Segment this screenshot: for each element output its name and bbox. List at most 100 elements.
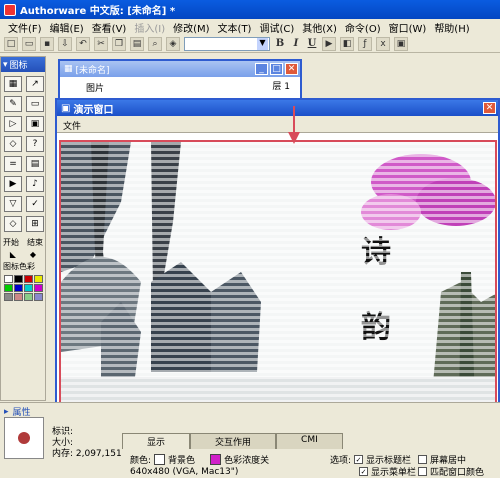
icon-palette: ▾ 图标 ▦ ↗ ✎ ▭ ▷ ▣ ◇ ? = ▤ ▶ ♪ ▽ ✓ ◇ ⊞ 开始 … <box>0 56 46 401</box>
color-swatch[interactable] <box>34 284 43 292</box>
color-swatch[interactable] <box>14 284 23 292</box>
calculation-icon[interactable]: = <box>4 156 22 172</box>
file-id-label: 标识: <box>52 427 74 437</box>
color-swatch[interactable] <box>4 293 13 301</box>
flag-icons: ◣ ◆ <box>1 249 45 260</box>
bold-button[interactable]: B <box>274 38 286 49</box>
center-screen-checkbox[interactable] <box>418 455 427 464</box>
menu-file[interactable]: 文件(F) <box>4 20 46 35</box>
menu-edit[interactable]: 编辑(E) <box>46 20 88 35</box>
expand-icon[interactable]: ▸ <box>4 407 9 417</box>
color-swatch[interactable] <box>4 284 13 292</box>
paste-icon[interactable]: ▤ <box>130 36 144 51</box>
menu-debug[interactable]: 调试(C) <box>255 20 298 35</box>
movie-icon[interactable]: ▶ <box>4 176 22 192</box>
flowchart-titlebar: ▦ [未命名] _ □ ✕ <box>60 61 300 77</box>
underline-button[interactable]: U <box>306 38 318 49</box>
menu-modify[interactable]: 修改(M) <box>169 20 213 35</box>
sound-icon[interactable]: ♪ <box>26 176 44 192</box>
knowledge-objects-icon[interactable]: ▣ <box>394 36 408 51</box>
color-swatch[interactable] <box>24 284 33 292</box>
authorware-icon <box>4 3 16 16</box>
functions-icon[interactable]: ƒ <box>358 36 372 51</box>
decision-icon[interactable]: ◇ <box>4 136 22 152</box>
chroma-label: 色彩浓度关 <box>224 456 270 466</box>
size-row: 640x480 (VGA, Mac13") <box>130 467 238 477</box>
restart-icon[interactable]: ▶ <box>322 36 336 51</box>
presentation-stage[interactable]: 诗 韵 <box>59 140 497 405</box>
italic-button[interactable]: I <box>290 38 302 49</box>
color-swatch[interactable] <box>24 275 33 283</box>
flow-icon-label[interactable]: 图片 <box>86 81 104 94</box>
menu-text[interactable]: 文本(T) <box>214 20 256 35</box>
tab-cmi[interactable]: CMI <box>276 433 343 449</box>
start-end-labels: 开始 结束 <box>1 236 45 249</box>
color-swatch[interactable] <box>34 275 43 283</box>
close-button[interactable]: ✕ <box>285 63 298 75</box>
background-color-swatch[interactable] <box>154 454 166 465</box>
variables-icon[interactable]: x <box>376 36 390 51</box>
presentation-window-icon: ▣ <box>61 102 71 114</box>
menu-window[interactable]: 窗口(W) <box>385 20 431 35</box>
tab-playback[interactable]: 显示 <box>122 433 191 449</box>
minimize-button[interactable]: _ <box>255 63 268 75</box>
menu-insert[interactable]: 插入(I) <box>130 20 169 35</box>
style-icon[interactable]: ◈ <box>166 36 180 51</box>
presentation-window: ▣ 演示窗口 ✕ 文件 <box>55 98 500 410</box>
maximize-button[interactable]: □ <box>270 63 283 75</box>
wait-icon[interactable]: ▭ <box>26 96 44 112</box>
shape-icon[interactable]: ◇ <box>4 216 22 232</box>
navigate-icon[interactable]: ▷ <box>4 116 22 132</box>
color-swatch[interactable] <box>34 293 43 301</box>
close-button[interactable]: ✕ <box>483 102 496 114</box>
palette-collapse-icon[interactable]: ▾ <box>3 60 8 70</box>
memory-label: 内存: 2,097,151 <box>52 449 122 459</box>
menu-command[interactable]: 命令(O) <box>341 20 385 35</box>
new-file-icon[interactable]: □ <box>4 36 18 51</box>
map-icon[interactable]: ▤ <box>26 156 44 172</box>
match-color-option: 匹配窗口颜色 <box>418 465 484 478</box>
framework-icon[interactable]: ▣ <box>26 116 44 132</box>
menu-help[interactable]: 帮助(H) <box>430 20 473 35</box>
find-icon[interactable]: ⌕ <box>148 36 162 51</box>
save-icon[interactable]: ▪ <box>40 36 54 51</box>
display-icon[interactable]: ▦ <box>4 76 22 92</box>
layer-label: 层 1 <box>272 82 290 92</box>
menubar-checkbox[interactable]: ✓ <box>359 467 368 476</box>
menubar-option-label: 显示菜单栏 <box>371 468 417 478</box>
properties-tabs: 显示 交互作用 CMI <box>122 433 343 449</box>
copy-icon[interactable]: ❐ <box>112 36 126 51</box>
palette-title: 图标 <box>9 61 28 71</box>
background-color-label: 背景色 <box>168 456 196 466</box>
cut-icon[interactable]: ✂ <box>94 36 108 51</box>
chroma-color-swatch[interactable] <box>210 454 222 465</box>
open-file-icon[interactable]: ▭ <box>22 36 36 51</box>
color-swatch[interactable] <box>14 293 23 301</box>
color-swatch[interactable] <box>24 293 33 301</box>
flowchart-window: ▦ [未命名] _ □ ✕ 图片 层 1 <box>58 59 302 101</box>
tab-interaction[interactable]: 交互作用 <box>190 433 277 449</box>
motion-icon[interactable]: ↗ <box>26 76 44 92</box>
control-panel-icon[interactable]: ◧ <box>340 36 354 51</box>
undo-icon[interactable]: ↶ <box>76 36 90 51</box>
ko-icon[interactable]: ⊞ <box>26 216 44 232</box>
start-flag-icon[interactable]: ◣ <box>10 250 16 259</box>
video-icon[interactable]: ▽ <box>4 196 22 212</box>
color-swatch[interactable] <box>4 275 13 283</box>
menu-view[interactable]: 查看(V) <box>88 20 131 35</box>
size-value[interactable]: 640x480 (VGA, Mac13") <box>130 467 238 477</box>
titlebar-checkbox[interactable]: ✓ <box>354 455 364 464</box>
landscape-image: 诗 韵 <box>61 142 495 403</box>
interaction-icon[interactable]: ? <box>26 136 44 152</box>
options-label: 选项: <box>330 456 352 466</box>
match-color-checkbox[interactable] <box>418 467 427 476</box>
erase-icon[interactable]: ✎ <box>4 96 22 112</box>
text-style-select[interactable] <box>184 36 270 51</box>
presentation-titlebar: ▣ 演示窗口 ✕ <box>57 100 498 116</box>
end-flag-icon[interactable]: ◆ <box>30 250 36 259</box>
color-swatch[interactable] <box>14 275 23 283</box>
menu-other[interactable]: 其他(X) <box>298 20 341 35</box>
presentation-menu-file[interactable]: 文件 <box>63 122 81 132</box>
knowledge-icon[interactable]: ✓ <box>26 196 44 212</box>
import-icon[interactable]: ⇩ <box>58 36 72 51</box>
